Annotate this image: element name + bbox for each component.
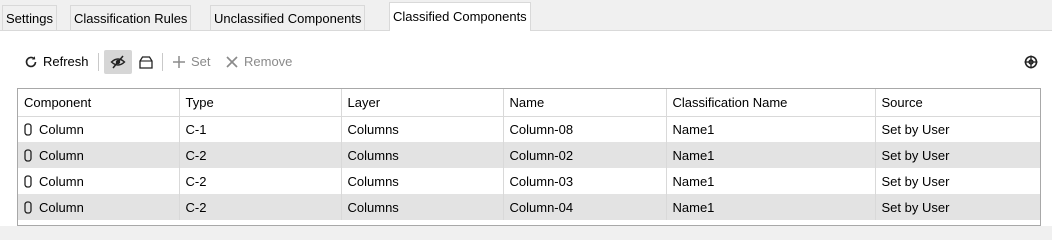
component-label: Column <box>39 173 84 189</box>
hide-toggle-button[interactable] <box>104 50 132 74</box>
hide-icon <box>110 54 126 70</box>
cell-component: Column <box>18 168 180 194</box>
classified-components-panel: Refresh Set Remove Component Type Layer … <box>0 31 1052 226</box>
tab-classified-components[interactable]: Classified Components <box>389 2 531 31</box>
cell-component: Column <box>18 116 180 142</box>
refresh-button[interactable]: Refresh <box>24 51 89 73</box>
column-icon <box>24 174 32 188</box>
toolbar-separator <box>98 53 99 71</box>
set-button[interactable]: Set <box>172 51 211 73</box>
cell-layer: Columns <box>341 194 504 220</box>
cell-classification-name: Name1 <box>666 168 876 194</box>
table-row[interactable]: Column C-1 Columns Column-08 Name1 Set b… <box>18 116 1040 142</box>
cell-component: Column <box>18 142 180 168</box>
cell-type: C-2 <box>179 194 342 220</box>
component-label: Column <box>39 121 84 137</box>
column-icon <box>24 148 32 162</box>
remove-label: Remove <box>244 54 293 69</box>
cell-name: Column-02 <box>503 142 667 168</box>
refresh-label: Refresh <box>43 54 89 69</box>
tab-settings[interactable]: Settings <box>2 5 57 30</box>
settings-icon <box>1024 55 1038 69</box>
cell-classification-name: Name1 <box>666 116 876 142</box>
set-label: Set <box>191 54 211 69</box>
components-table: Component Type Layer Name Classification… <box>17 88 1041 226</box>
table-row[interactable]: Column C-2 Columns Column-04 Name1 Set b… <box>18 194 1040 220</box>
refresh-icon <box>24 55 38 69</box>
cell-name: Column-03 <box>503 168 667 194</box>
settings-button[interactable] <box>1024 51 1038 73</box>
column-header-layer[interactable]: Layer <box>341 89 504 117</box>
cell-classification-name: Name1 <box>666 142 876 168</box>
cell-classification-name: Name1 <box>666 194 876 220</box>
component-icon <box>138 54 154 70</box>
cell-type: C-2 <box>179 142 342 168</box>
cell-source: Set by User <box>875 194 1040 220</box>
column-icon <box>24 123 32 136</box>
cell-source: Set by User <box>875 142 1040 168</box>
column-header-component[interactable]: Component <box>18 89 180 117</box>
cell-layer: Columns <box>341 116 504 142</box>
component-label: Column <box>39 147 84 163</box>
cell-type: C-2 <box>179 168 342 194</box>
table-header-row: Component Type Layer Name Classification… <box>18 89 1040 117</box>
cell-name: Column-08 <box>503 116 667 142</box>
table-row[interactable]: Column C-2 Columns Column-02 Name1 Set b… <box>18 142 1040 168</box>
cell-layer: Columns <box>341 168 504 194</box>
column-header-type[interactable]: Type <box>179 89 342 117</box>
cell-name: Column-04 <box>503 194 667 220</box>
cell-layer: Columns <box>341 142 504 168</box>
column-header-name[interactable]: Name <box>503 89 667 117</box>
column-header-classification-name[interactable]: Classification Name <box>666 89 876 117</box>
cell-type: C-1 <box>179 116 342 142</box>
table-row[interactable]: Column C-2 Columns Column-03 Name1 Set b… <box>18 168 1040 194</box>
tab-classification-rules[interactable]: Classification Rules <box>70 5 192 30</box>
plus-icon <box>172 55 186 69</box>
tab-strip: Settings Classification Rules Unclassifi… <box>0 0 1052 32</box>
column-icon <box>24 200 32 214</box>
cell-component: Column <box>18 194 180 220</box>
remove-button[interactable]: Remove <box>225 51 292 73</box>
component-label: Column <box>39 199 84 215</box>
component-view-button[interactable] <box>138 51 154 73</box>
tab-unclassified-components[interactable]: Unclassified Components <box>210 5 366 30</box>
x-icon <box>225 55 239 69</box>
cell-source: Set by User <box>875 168 1040 194</box>
column-header-source[interactable]: Source <box>875 89 1040 117</box>
cell-source: Set by User <box>875 116 1040 142</box>
toolbar: Refresh Set Remove <box>0 31 1052 91</box>
toolbar-separator <box>162 53 163 71</box>
